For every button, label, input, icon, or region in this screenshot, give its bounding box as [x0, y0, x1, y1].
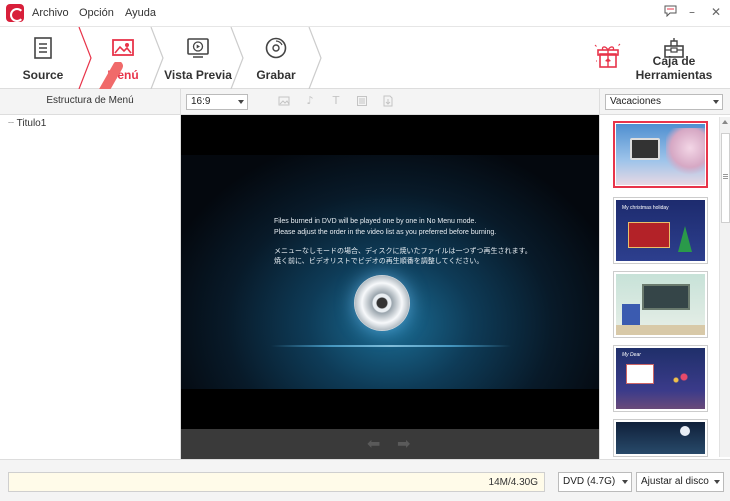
- preview-nav-bar: ⬅ ➡: [181, 429, 599, 459]
- chevron-down-icon: [622, 480, 628, 484]
- arrow-right-icon[interactable]: ➡: [397, 436, 410, 452]
- template-thumb[interactable]: [613, 271, 708, 338]
- template-thumb[interactable]: My Dear: [613, 345, 708, 412]
- image-tool-icon[interactable]: [278, 95, 290, 107]
- template-thumb[interactable]: [613, 121, 708, 188]
- play-preview-icon: [186, 37, 210, 59]
- step-label: Grabar: [256, 68, 296, 82]
- toolbox-label: Caja de Herramientas: [635, 54, 713, 82]
- aspect-ratio-value: 16:9: [191, 96, 211, 107]
- text-tool-icon[interactable]: T: [330, 95, 342, 107]
- tree-item[interactable]: ┄ Titulo1: [8, 118, 46, 129]
- document-icon: [31, 37, 55, 59]
- scroll-thumb[interactable]: [721, 133, 730, 223]
- step-preview[interactable]: Vista Previa: [163, 27, 233, 89]
- template-thumb[interactable]: [613, 419, 708, 457]
- image-menu-icon: [111, 37, 135, 59]
- glow-decoration: [271, 345, 511, 347]
- fit-to-disc-select[interactable]: Ajustar al disco: [636, 472, 724, 492]
- preview-toolbar: 16:9 ♪ T: [181, 89, 599, 115]
- export-tool-icon[interactable]: [382, 95, 394, 107]
- template-image: [616, 124, 705, 185]
- step-divider: [150, 27, 164, 89]
- template-scrollbar[interactable]: [719, 117, 730, 457]
- disk-usage-bar: 14M/4.30G: [8, 472, 545, 492]
- aspect-ratio-select[interactable]: 16:9: [186, 94, 248, 110]
- template-header: Vacaciones: [599, 89, 730, 115]
- toolbox-button[interactable]: Caja de Herramientas: [620, 27, 728, 89]
- menu-structure-header: Estructura de Menú: [0, 89, 181, 115]
- preview-message-line: 焼く前に、ビデオリストでビデオの再生順番を調整してください。: [274, 258, 484, 265]
- fit-to-disc-value: Ajustar al disco: [641, 476, 709, 487]
- preview-message-line: Please adjust the order in the video lis…: [274, 229, 497, 236]
- template-category-value: Vacaciones: [610, 96, 661, 107]
- step-burn[interactable]: Grabar: [244, 27, 308, 89]
- template-thumb[interactable]: My christmas holiday: [613, 197, 708, 264]
- close-button[interactable]: ✕: [709, 5, 723, 19]
- menu-archivo[interactable]: Archivo: [32, 7, 69, 19]
- status-bar: 14M/4.30G DVD (4.7G) Ajustar al disco: [0, 459, 730, 501]
- music-tool-icon[interactable]: ♪: [304, 95, 316, 107]
- chevron-down-icon: [714, 480, 720, 484]
- template-category-select[interactable]: Vacaciones: [605, 94, 723, 110]
- gift-icon[interactable]: [593, 41, 623, 71]
- disc-type-value: DVD (4.7G): [563, 476, 616, 487]
- disc-icon: [354, 275, 410, 331]
- template-image: My Dear: [616, 348, 705, 409]
- template-title: My Dear: [622, 352, 641, 358]
- template-image: [616, 274, 705, 335]
- template-image: My christmas holiday: [616, 200, 705, 261]
- menu-preview: Files burned in DVD will be played one b…: [181, 115, 599, 429]
- step-divider: [308, 27, 322, 89]
- minimize-button[interactable]: –: [685, 5, 699, 19]
- chapter-tool-icon[interactable]: [356, 95, 368, 107]
- template-image: [616, 422, 705, 454]
- burn-disc-icon: [264, 37, 288, 59]
- chevron-down-icon: [713, 100, 719, 104]
- chevron-down-icon: [238, 100, 244, 104]
- preview-scene: Files burned in DVD will be played one b…: [181, 155, 599, 389]
- menu-opcion[interactable]: Opción: [79, 7, 114, 19]
- template-list: My christmas holiday My Dear: [599, 115, 730, 459]
- preview-message-line: Files burned in DVD will be played one b…: [274, 218, 477, 225]
- step-label: Vista Previa: [164, 68, 232, 82]
- app-logo: [6, 4, 24, 22]
- preview-message-line: メニューなしモードの場合、ディスクに焼いたファイルは一つずつ再生されます。: [274, 248, 532, 255]
- menu-structure-tree: ┄ Titulo1: [0, 115, 181, 459]
- title-bar: Archivo Opción Ayuda – ✕: [0, 0, 730, 27]
- arrow-left-icon[interactable]: ⬅: [367, 436, 380, 452]
- disc-type-select[interactable]: DVD (4.7G): [558, 472, 632, 492]
- scroll-up-icon[interactable]: [722, 120, 728, 124]
- disk-usage-text: 14M/4.30G: [488, 477, 538, 488]
- template-title: My christmas holiday: [622, 205, 669, 211]
- menu-ayuda[interactable]: Ayuda: [125, 7, 156, 19]
- feedback-icon[interactable]: [663, 5, 677, 19]
- tree-item-label: Titulo1: [16, 118, 47, 129]
- step-divider: [230, 27, 244, 89]
